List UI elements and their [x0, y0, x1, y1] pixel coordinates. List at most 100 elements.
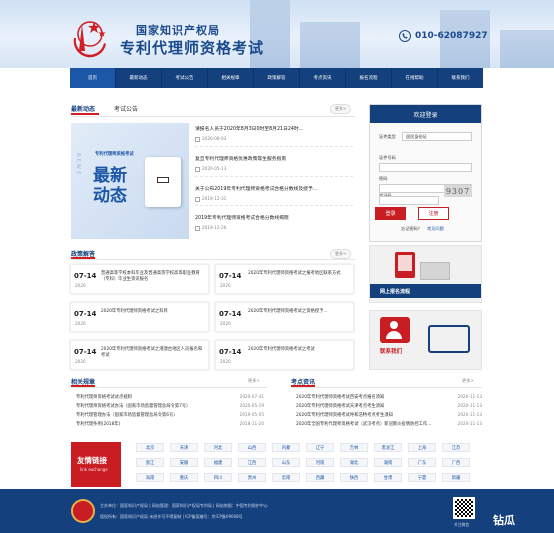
- city-link[interactable]: 广东: [408, 458, 436, 467]
- policy-more-button[interactable]: 更多>: [330, 249, 352, 259]
- policy-text[interactable]: 2020年专利代理师资格考试之考试: [248, 347, 350, 353]
- exam-news-title[interactable]: 2020年专利代理师资格考试呼和浩特考点考生须知: [296, 412, 393, 418]
- policy-year: 2020: [75, 283, 86, 288]
- list-item[interactable]: 2020年专利代理师资格考试天津考点考生须知 2020-11-13: [296, 401, 482, 410]
- city-link[interactable]: 云南: [272, 473, 300, 482]
- city-link[interactable]: 重庆: [170, 473, 198, 482]
- exam-news-title[interactable]: 2020年专利代理师资格考试天津考点考生须知: [296, 403, 384, 409]
- list-item[interactable]: 关于公布2019年专利代理师资格考试合格分数线及授予... 2019-12-31: [195, 177, 353, 206]
- city-link[interactable]: 贵州: [238, 473, 266, 482]
- city-link[interactable]: 四川: [204, 473, 232, 482]
- faq-link[interactable]: 常见问题: [427, 226, 444, 232]
- list-item[interactable]: 2020年全国专利代理师资格考试（武汉考点）新冠肺炎疫情防控工作... 2020-…: [296, 419, 482, 428]
- city-link[interactable]: 福建: [204, 458, 232, 467]
- tab-exam-announcements[interactable]: 考试公告: [114, 104, 138, 113]
- policy-date: 07-14: [219, 348, 242, 356]
- city-link[interactable]: 河南: [306, 458, 334, 467]
- exam-news-title[interactable]: 2020年专利代理师资格考试西安考点报名须知: [296, 394, 384, 400]
- city-link[interactable]: 湖北: [340, 458, 368, 467]
- list-item[interactable]: 专利代理师资格考试试点规则 2020-07-31: [76, 392, 264, 401]
- policy-card[interactable]: 07-14 2020 2020年专利代理师资格考试之资格授予...: [215, 302, 354, 332]
- rule-title[interactable]: 专利代理管理办法（国家市场监督管理总局令第6号）: [76, 412, 178, 418]
- nav-item-help[interactable]: 在线帮助: [392, 68, 438, 88]
- policy-text[interactable]: 2020年专利代理师资格考试之报考地区联系方式: [248, 271, 350, 277]
- city-link[interactable]: 天津: [170, 443, 198, 452]
- city-link[interactable]: 内蒙: [272, 443, 300, 452]
- list-item[interactable]: 专利代理条例(2018年) 2018-11-20: [76, 419, 264, 428]
- signup-process-label: 网上报名流程: [370, 284, 481, 298]
- city-link[interactable]: 山东: [272, 458, 300, 467]
- policy-card[interactable]: 07-14 2020 2020年专利代理师资格考试之科目: [70, 302, 209, 332]
- divider: [71, 387, 267, 388]
- policy-card[interactable]: 07-14 2020 2020年专利代理师资格考试之港澳台地区人员报名和考试: [70, 340, 209, 370]
- news-title[interactable]: 2019年专利代理师资格考试合格分数线揭晓: [195, 214, 353, 221]
- city-link[interactable]: 吉林: [340, 443, 368, 452]
- city-link[interactable]: 甘肃: [374, 473, 402, 482]
- rule-title[interactable]: 专利代理师资格考试办法（国家市场监督管理总局令第7号）: [76, 403, 190, 409]
- city-link[interactable]: 安徽: [170, 458, 198, 467]
- id-number-input[interactable]: [379, 163, 472, 172]
- policy-card[interactable]: 07-14 2020 2020年专利代理师资格考试之考试: [215, 340, 354, 370]
- news-date: 2019-12-31: [202, 196, 227, 201]
- forgot-password-link[interactable]: 忘记密码？: [401, 226, 422, 232]
- city-link[interactable]: 广西: [442, 458, 470, 467]
- exam-news-title[interactable]: 2020年全国专利代理师资格考试（武汉考点）新冠肺炎疫情防控工作...: [296, 421, 431, 427]
- city-link[interactable]: 辽宁: [306, 443, 334, 452]
- tab-latest-news[interactable]: 最新动态: [71, 104, 95, 113]
- city-link[interactable]: 海南: [136, 473, 164, 482]
- city-link[interactable]: 黑龙江: [374, 443, 402, 452]
- exam-news-date: 2020-11-13: [457, 412, 482, 417]
- wechat-qr-code[interactable]: [453, 497, 475, 519]
- policy-text[interactable]: 普通高等学校本科毕业及普通高等学校高等职业教育（专科）毕业生资讯报名: [101, 271, 205, 283]
- exam-news-more-link[interactable]: 更多>: [462, 378, 474, 384]
- signup-process-card[interactable]: 网上报名流程: [369, 245, 482, 303]
- city-link[interactable]: 陕西: [340, 473, 368, 482]
- city-link[interactable]: 河北: [204, 443, 232, 452]
- contact-us-card[interactable]: 联系我们: [369, 310, 482, 370]
- news-title[interactable]: 复旦专利代理师资格优惠政策等生服务指南: [195, 155, 353, 162]
- nav-item-policy[interactable]: 政策解答: [254, 68, 300, 88]
- building-silhouette: [300, 22, 360, 68]
- list-item[interactable]: 2020年专利代理师资格考试呼和浩特考点考生须知 2020-11-13: [296, 410, 482, 419]
- city-link[interactable]: 江西: [238, 458, 266, 467]
- nav-item-news[interactable]: 最新动态: [116, 68, 162, 88]
- policy-card[interactable]: 07-14 2020 2020年专利代理师资格考试之报考地区联系方式: [215, 264, 354, 294]
- city-link[interactable]: 北京: [136, 443, 164, 452]
- list-item[interactable]: 2019年专利代理师资格考试合格分数线揭晓 2019-12-26: [195, 206, 353, 234]
- captcha-input[interactable]: [379, 196, 439, 205]
- policy-text[interactable]: 2020年专利代理师资格考试之资格授予...: [248, 309, 350, 315]
- city-link[interactable]: 湖南: [374, 458, 402, 467]
- nav-item-announcements[interactable]: 考试公告: [162, 68, 208, 88]
- register-button[interactable]: 注册: [418, 207, 449, 220]
- news-title[interactable]: 关于公布2019年专利代理师资格考试合格分数线及授予...: [195, 185, 353, 192]
- login-button[interactable]: 登录: [375, 207, 406, 220]
- rule-title[interactable]: 专利代理师资格考试试点规则: [76, 394, 132, 400]
- city-link[interactable]: 浙江: [136, 458, 164, 467]
- city-link[interactable]: 西藏: [306, 473, 334, 482]
- city-link[interactable]: 宁夏: [408, 473, 436, 482]
- policy-card[interactable]: 07-14 2020 普通高等学校本科毕业及普通高等学校高等职业教育（专科）毕业…: [70, 264, 209, 294]
- rules-more-link[interactable]: 更多>: [248, 378, 260, 384]
- list-item[interactable]: 复旦专利代理师资格优惠政策等生服务指南 2020-05-13: [195, 147, 353, 177]
- city-link[interactable]: 新疆: [442, 473, 470, 482]
- nav-item-contact[interactable]: 联系我们: [438, 68, 483, 88]
- list-item[interactable]: 专利代理师资格考试办法（国家市场监督管理总局令第7号） 2020-05-19: [76, 401, 264, 410]
- nav-item-home[interactable]: 首页: [70, 68, 116, 88]
- rule-title[interactable]: 专利代理条例(2018年): [76, 421, 120, 427]
- news-more-button[interactable]: 更多>: [330, 104, 352, 114]
- city-link[interactable]: 江苏: [442, 443, 470, 452]
- list-item[interactable]: 2020年专利代理师资格考试西安考点报名须知 2020-11-13: [296, 392, 482, 401]
- policy-text[interactable]: 2020年专利代理师资格考试之科目: [101, 309, 205, 315]
- captcha-image[interactable]: 9307: [444, 185, 472, 197]
- calendar-icon: [195, 166, 200, 172]
- nav-item-signup[interactable]: 报名流程: [346, 68, 392, 88]
- id-type-select[interactable]: 居民身份证: [402, 132, 472, 141]
- nav-item-rules[interactable]: 相关规章: [208, 68, 254, 88]
- city-link[interactable]: 上海: [408, 443, 436, 452]
- nav-item-exam-sites[interactable]: 考点资讯: [300, 68, 346, 88]
- list-item[interactable]: 专利代理管理办法（国家市场监督管理总局令第6号） 2019-05-05: [76, 410, 264, 419]
- news-title[interactable]: 请报名人员于2020年8月3日0时至8月21日24时...: [195, 125, 353, 132]
- list-item[interactable]: 请报名人员于2020年8月3日0时至8月21日24时... 2020-08-03: [195, 125, 353, 147]
- policy-text[interactable]: 2020年专利代理师资格考试之港澳台地区人员报名和考试: [101, 347, 205, 359]
- city-link[interactable]: 山西: [238, 443, 266, 452]
